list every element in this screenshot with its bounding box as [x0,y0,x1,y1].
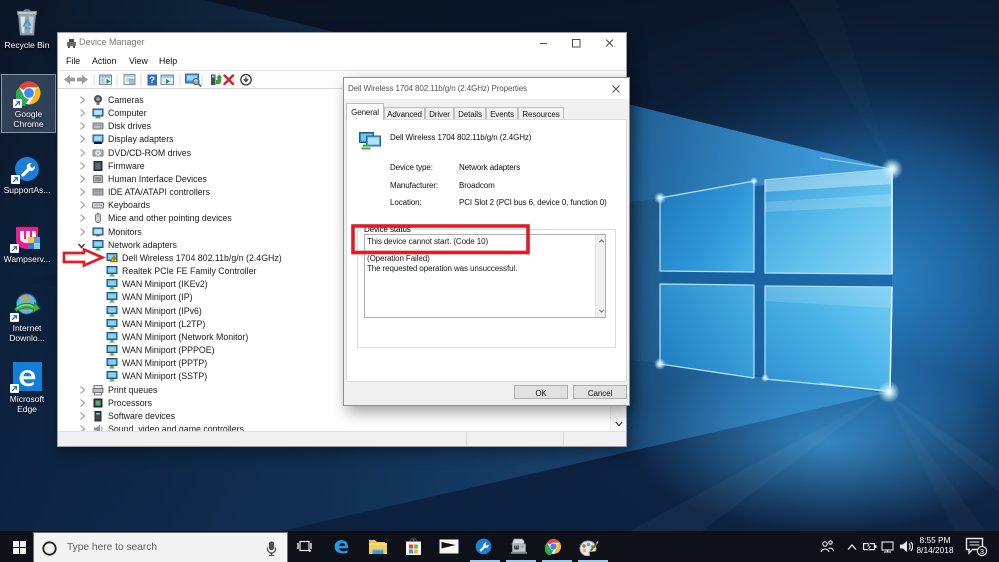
svg-text:3: 3 [980,547,984,556]
svg-text:?: ? [149,75,155,86]
